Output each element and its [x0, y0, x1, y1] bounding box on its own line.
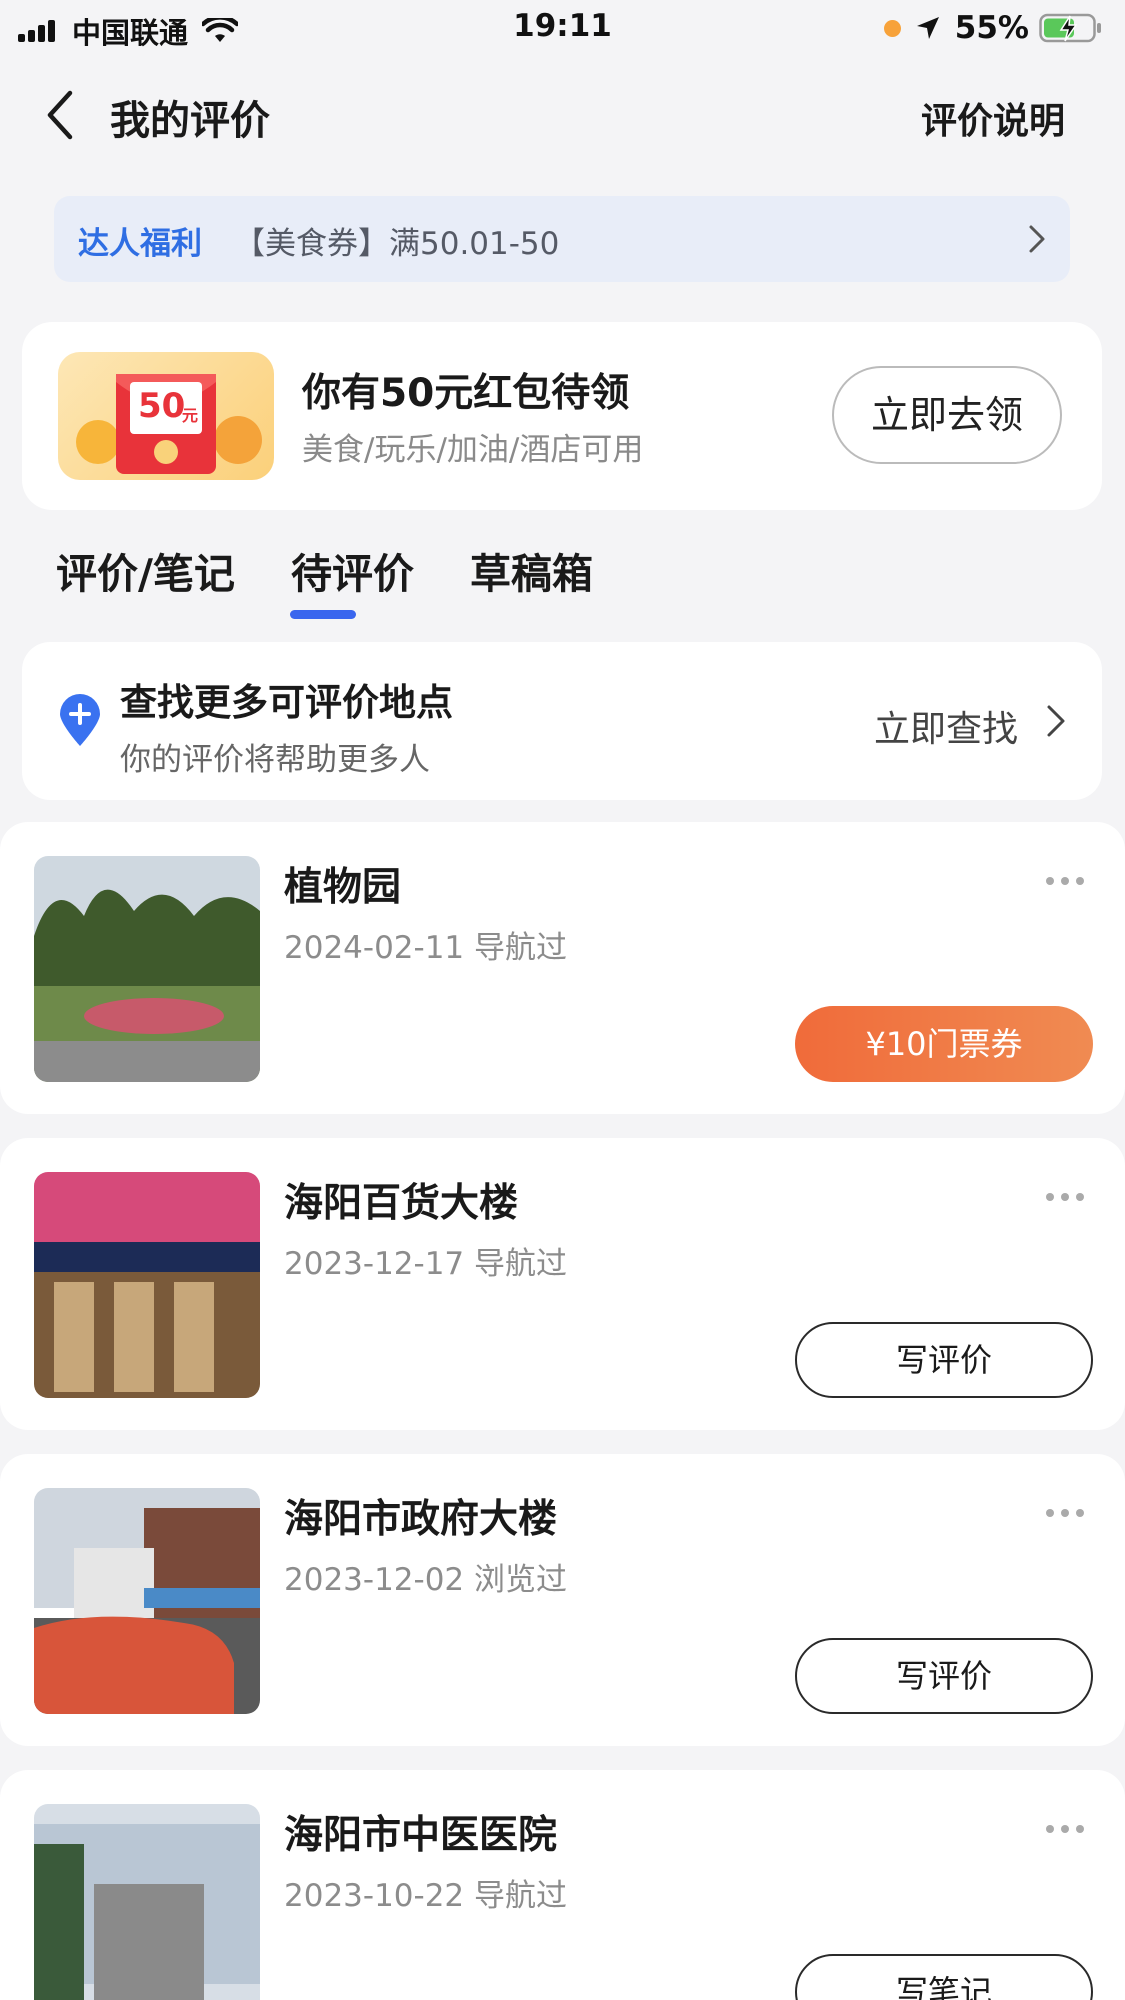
- page-title: 我的评价: [110, 98, 270, 144]
- visit-info: 2023-12-02 浏览过: [284, 1562, 568, 1598]
- tab-pending-review[interactable]: 待评价: [291, 540, 414, 620]
- red-packet-amount: 50: [138, 386, 186, 426]
- find-more-places-card[interactable]: 查找更多可评价地点 你的评价将帮助更多人 立即查找: [22, 642, 1102, 800]
- red-packet-unit: 元: [182, 406, 199, 425]
- active-tab-indicator: [290, 610, 356, 619]
- chevron-right-icon: [1047, 705, 1065, 737]
- tab-drafts[interactable]: 草稿箱: [470, 540, 593, 620]
- place-name: 海阳百货大楼: [284, 1181, 519, 1226]
- place-photo-botanical-garden: [34, 856, 260, 1082]
- nav-bar: 我的评价 评价说明: [0, 60, 1125, 170]
- chevron-right-icon: [1029, 225, 1045, 253]
- red-packet-illustration: 50 元: [58, 352, 274, 480]
- place-photo-government-building: [34, 1488, 260, 1714]
- status-bar: 中国联通 19:11 55%: [0, 0, 1125, 56]
- red-packet-subtitle: 美食/玩乐/加油/酒店可用: [302, 432, 644, 468]
- list-item[interactable]: 海阳市中医医院 2023-10-22 导航过 写笔记: [0, 1770, 1125, 2000]
- review-tabs: 评价/笔记 待评价 草稿箱: [56, 540, 649, 620]
- write-review-button[interactable]: 写评价: [795, 1322, 1093, 1398]
- battery-percent: 55%: [954, 10, 1029, 46]
- battery-charging-icon: [1039, 13, 1101, 43]
- place-name: 海阳市政府大楼: [284, 1497, 558, 1542]
- write-review-button[interactable]: 写评价: [795, 1638, 1093, 1714]
- write-note-button[interactable]: 写笔记: [795, 1954, 1093, 2000]
- ticket-coupon-button[interactable]: ¥10门票券: [795, 1006, 1093, 1082]
- recording-dot-icon: [883, 19, 901, 37]
- promo-text: 【美食券】满50.01-50: [234, 226, 560, 262]
- list-item[interactable]: 海阳百货大楼 2023-12-17 导航过 写评价: [0, 1138, 1125, 1430]
- place-name: 海阳市中医医院: [284, 1813, 558, 1858]
- list-item[interactable]: 植物园 2024-02-11 导航过 ¥10门票券: [0, 822, 1125, 1114]
- more-options-icon[interactable]: [1045, 1824, 1085, 1834]
- find-more-subtitle: 你的评价将帮助更多人: [120, 742, 430, 778]
- visit-info: 2024-02-11 导航过: [284, 930, 568, 966]
- more-options-icon[interactable]: [1045, 876, 1085, 886]
- more-options-icon[interactable]: [1045, 1192, 1085, 1202]
- visit-info: 2023-12-17 导航过: [284, 1246, 568, 1282]
- place-photo-tcm-hospital: [34, 1804, 260, 2000]
- location-arrow-icon: [916, 17, 939, 39]
- more-options-icon[interactable]: [1045, 1508, 1085, 1518]
- location-pin-plus-icon: [60, 694, 100, 746]
- red-packet-card: 50 元 你有50元红包待领 美食/玩乐/加油/酒店可用 立即去领: [22, 322, 1102, 510]
- back-arrow-icon[interactable]: [40, 85, 80, 145]
- promo-tag: 达人福利: [78, 226, 202, 262]
- promo-banner[interactable]: 达人福利 【美食券】满50.01-50: [54, 196, 1070, 282]
- place-photo-department-store: [34, 1172, 260, 1398]
- red-packet-title: 你有50元红包待领: [302, 371, 630, 416]
- visit-info: 2023-10-22 导航过: [284, 1878, 568, 1914]
- review-guide-link[interactable]: 评价说明: [921, 92, 1065, 144]
- place-name: 植物园: [284, 865, 402, 910]
- find-more-title: 查找更多可评价地点: [120, 681, 453, 724]
- list-item[interactable]: 海阳市政府大楼 2023-12-02 浏览过 写评价: [0, 1454, 1125, 1746]
- status-right: 55%: [883, 10, 1103, 46]
- claim-red-packet-button[interactable]: 立即去领: [832, 366, 1062, 464]
- tab-reviews-notes[interactable]: 评价/笔记: [56, 540, 235, 620]
- find-now-link[interactable]: 立即查找: [874, 700, 1018, 752]
